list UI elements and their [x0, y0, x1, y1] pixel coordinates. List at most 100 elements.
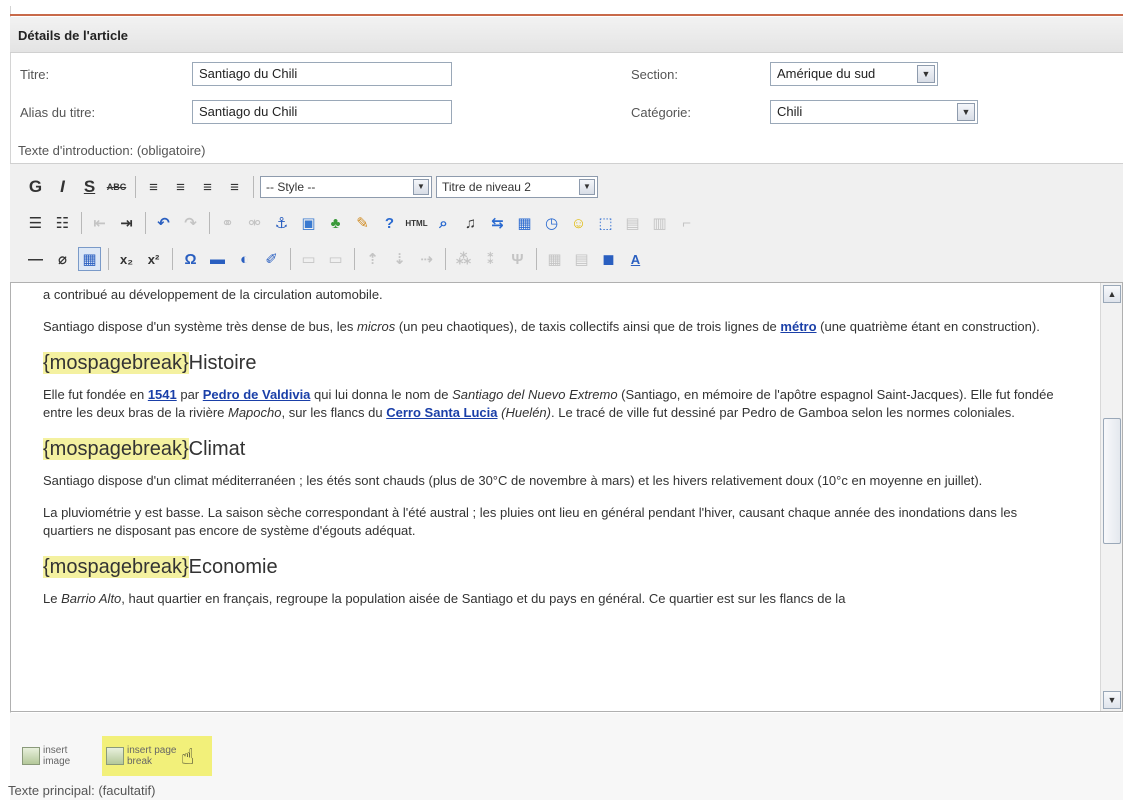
find-icon[interactable]: ♫	[459, 211, 482, 235]
flash-icon[interactable]: ◐	[233, 247, 256, 271]
toolbar-divider	[354, 248, 355, 270]
layer-props-icon[interactable]: ▭	[324, 247, 347, 271]
strikethrough-button[interactable]: ABC	[105, 175, 128, 199]
visual-aid-icon[interactable]: ▦	[78, 247, 101, 271]
remove-format-icon[interactable]: ⌀	[51, 247, 74, 271]
paragraph: Le Barrio Alto, haut quartier en françai…	[43, 591, 846, 606]
category-select[interactable]: Chili ▼	[770, 100, 978, 124]
move-backward-icon[interactable]: ⇣	[388, 247, 411, 271]
preview-icon[interactable]: ⌕	[432, 211, 455, 235]
scroll-up-icon[interactable]: ▲	[1103, 285, 1121, 303]
link-cerro-santa-lucia[interactable]: Cerro Santa Lucia	[386, 405, 497, 420]
paragraph: Santiago dispose d'un climat méditerrané…	[43, 473, 983, 488]
link-1541[interactable]: 1541	[148, 387, 177, 402]
section-selected-value: Amérique du sud	[777, 66, 876, 81]
align-left-icon[interactable]: ≡	[142, 175, 165, 199]
superscript-icon[interactable]: x²	[142, 247, 165, 271]
media-icon[interactable]: ♣	[324, 211, 347, 235]
align-justify-icon[interactable]: ≡	[223, 175, 246, 199]
outdent-icon[interactable]: ⇤	[88, 211, 111, 235]
chevron-down-icon[interactable]: ▼	[413, 179, 429, 195]
select-all-icon[interactable]: ⌐	[675, 211, 698, 235]
style-select-value: -- Style --	[266, 180, 316, 194]
main-text-label: Texte principal: (facultatif)	[8, 783, 156, 798]
special-char-icon[interactable]: Ω	[179, 247, 202, 271]
insert-pagebreak-button[interactable]: insert page break ☝	[102, 736, 212, 776]
link-icon[interactable]: ⚭	[216, 211, 239, 235]
bold-button[interactable]: G	[24, 175, 47, 199]
section-label: Section:	[631, 67, 678, 82]
toolbar-divider	[253, 176, 254, 198]
unlink-icon[interactable]: ⚮	[243, 211, 266, 235]
horizontal-rule-icon[interactable]: —	[24, 247, 47, 271]
insert-layer-icon[interactable]: ▭	[297, 247, 320, 271]
pagebreak-marker: {mospagebreak}	[43, 352, 189, 374]
toolbar-divider	[135, 176, 136, 198]
insert-date-icon[interactable]: ▦	[513, 211, 536, 235]
heading-select-value: Titre de niveau 2	[442, 180, 531, 194]
chevron-down-icon[interactable]: ▼	[917, 65, 935, 83]
intro-text-editor[interactable]: a contribué au développement de la circu…	[10, 282, 1123, 712]
help-icon[interactable]: ?	[378, 211, 401, 235]
cleanup-icon[interactable]: ✎	[351, 211, 374, 235]
advanced-hr-icon[interactable]: ▬	[206, 247, 229, 271]
bullet-list-icon[interactable]: ☰	[24, 211, 47, 235]
paragraph: a contribué au développement de la circu…	[43, 287, 383, 302]
subscript-icon[interactable]: x₂	[115, 247, 138, 271]
indent-icon[interactable]: ⇥	[115, 211, 138, 235]
insert-time-icon[interactable]: ◷	[540, 211, 563, 235]
heading-select[interactable]: Titre de niveau 2 ▼	[436, 176, 598, 198]
table-icon[interactable]: ▦	[543, 247, 566, 271]
pagebreak-marker: {mospagebreak}	[43, 438, 189, 460]
chevron-down-icon[interactable]: ▼	[579, 179, 595, 195]
editor-footer: insert image insert page break ☝ Texte p…	[8, 713, 1123, 800]
category-label: Catégorie:	[631, 105, 691, 120]
absolute-icon[interactable]: ⇢	[415, 247, 438, 271]
html-source-icon[interactable]: HTML	[405, 211, 428, 235]
link-pedro-de-valdivia[interactable]: Pedro de Valdivia	[203, 387, 311, 402]
numbered-list-icon[interactable]: ☷	[51, 211, 74, 235]
underline-button[interactable]: S	[78, 175, 101, 199]
template-icon[interactable]: ◼	[597, 247, 620, 271]
intro-text-label: Texte d'introduction: (obligatoire)	[18, 143, 206, 158]
style-select[interactable]: -- Style -- ▼	[260, 176, 432, 198]
toolbar-row-1: G I S ABC ≡ ≡ ≡ ≡ -- Style -- ▼ Titre de…	[24, 172, 602, 202]
insert-image-label: insert image	[43, 745, 71, 767]
anchor-icon[interactable]: ⚓	[270, 211, 293, 235]
scrollbar-thumb[interactable]	[1103, 418, 1121, 544]
align-center-icon[interactable]: ≡	[169, 175, 192, 199]
redo-icon[interactable]: ↷	[179, 211, 202, 235]
alias-input[interactable]: Santiago du Chili	[192, 100, 452, 124]
edit-icon[interactable]: ✐	[260, 247, 283, 271]
insert-pagebreak-label: insert page break	[127, 745, 177, 767]
italic-button[interactable]: I	[51, 175, 74, 199]
chevron-down-icon[interactable]: ▼	[957, 103, 975, 121]
style-props-icon[interactable]: ⁂	[452, 247, 475, 271]
emoticon-icon[interactable]: ☺	[567, 211, 590, 235]
heading-histoire: {mospagebreak}Histoire	[43, 352, 257, 374]
replace-icon[interactable]: ⇆	[486, 211, 509, 235]
fullscreen-icon[interactable]: ⬚	[594, 211, 617, 235]
editor-body[interactable]: a contribué au développement de la circu…	[43, 283, 1063, 622]
section-select[interactable]: Amérique du sud ▼	[770, 62, 938, 86]
paste-text-icon[interactable]: ▤	[621, 211, 644, 235]
title-input[interactable]: Santiago du Chili	[192, 62, 452, 86]
toolbar-divider	[145, 212, 146, 234]
align-right-icon[interactable]: ≡	[196, 175, 219, 199]
undo-icon[interactable]: ↶	[152, 211, 175, 235]
insert-image-button[interactable]: insert image	[18, 736, 93, 776]
section-title: Détails de l'article	[18, 28, 129, 43]
abbr-icon[interactable]: Ψ	[506, 247, 529, 271]
paste-word-icon[interactable]: ▥	[648, 211, 671, 235]
article-details-header: Détails de l'article	[10, 17, 1123, 53]
toolbar-divider	[445, 248, 446, 270]
image-icon[interactable]: ▣	[297, 211, 320, 235]
move-forward-icon[interactable]: ⇡	[361, 247, 384, 271]
font-color-icon[interactable]: A	[624, 247, 647, 271]
editor-scrollbar[interactable]: ▲ ▼	[1100, 283, 1122, 711]
toolbar-divider	[536, 248, 537, 270]
table-row-icon[interactable]: ▤	[570, 247, 593, 271]
cite-icon[interactable]: ⁑	[479, 247, 502, 271]
link-metro[interactable]: métro	[780, 319, 816, 334]
scroll-down-icon[interactable]: ▼	[1103, 691, 1121, 709]
